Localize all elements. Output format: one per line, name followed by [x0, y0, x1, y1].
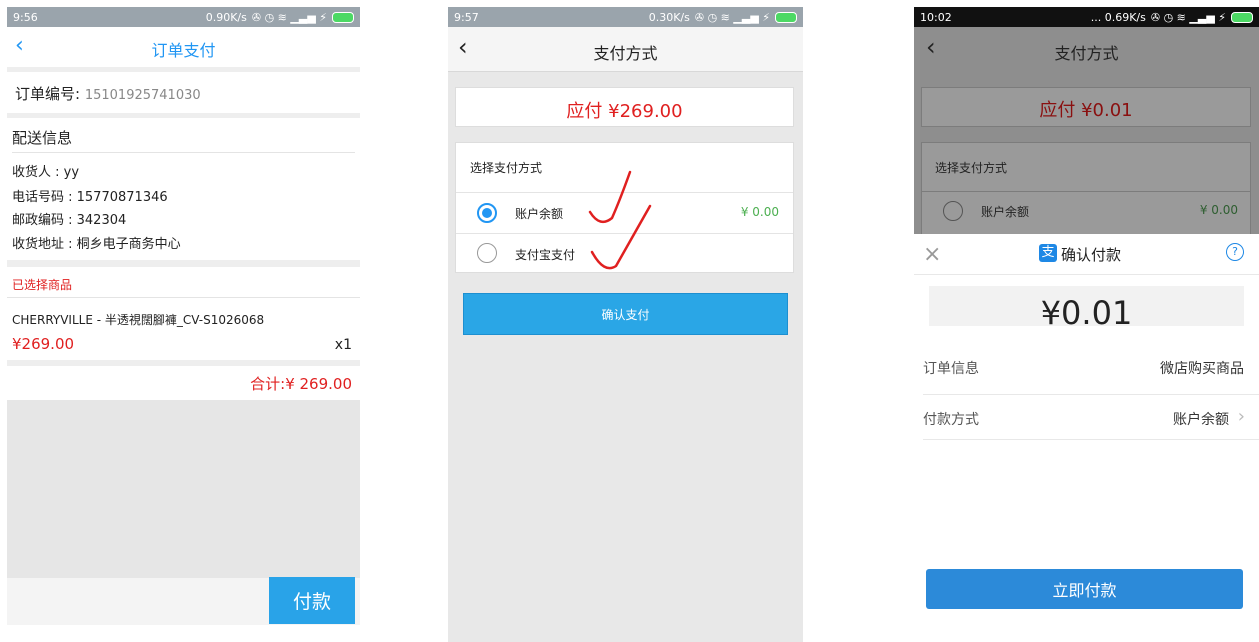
method-heading: 选择支付方式: [935, 161, 1008, 175]
dimmed-background: ‹ 支付方式 应付 ¥0.01 选择支付方式 账户余额 ¥ 0.00: [914, 27, 1259, 242]
method-card: 选择支付方式 账户余额 ¥ 0.00: [921, 142, 1251, 242]
amount-due: 应付 ¥269.00: [566, 101, 683, 122]
page-title: 支付方式: [1054, 44, 1119, 63]
status-time: 9:56: [13, 10, 38, 24]
method-heading: 选择支付方式: [470, 161, 543, 175]
screen-payment-method: 9:57 0.30K/s ✇ ◷ ≋ ▁▃▅ ⚡ ‹ 支付方式 应付 ¥269.0…: [448, 7, 803, 642]
page-title: 支付方式: [593, 44, 658, 63]
divider: [922, 191, 1250, 192]
page-title: 订单支付: [151, 41, 216, 60]
battery-icon: [332, 11, 354, 23]
receiver-name: 收货人 : yy: [12, 165, 80, 180]
status-bar: 9:57 0.30K/s ✇ ◷ ≋ ▁▃▅ ⚡: [448, 7, 803, 27]
balance-amount: ¥ 0.00: [740, 205, 779, 219]
status-bar: 10:02 ... 0.69K/s ✇ ◷ ≋ ▁▃▅ ⚡: [914, 7, 1259, 27]
empty-area: [7, 400, 360, 578]
divider: [7, 297, 360, 298]
alipay-logo-icon: 支: [1039, 244, 1057, 262]
divider: [7, 360, 360, 366]
chevron-right-icon: ›: [1237, 406, 1245, 427]
product-price: ¥269.00: [12, 335, 75, 353]
status-icons: ✇ ◷ ≋ ▁▃▅ ⚡: [694, 10, 770, 24]
balance-amount: ¥ 0.00: [1199, 203, 1238, 217]
divider: [7, 113, 360, 118]
amount-card: 应付 ¥269.00: [455, 87, 794, 127]
network-speed: 0.90K/s: [205, 10, 247, 24]
selected-goods-heading: 已选择商品: [12, 278, 73, 292]
checkmark-annotation: [588, 170, 652, 270]
order-number-value: 15101925741030: [84, 88, 201, 103]
method-label: 账户余额: [515, 207, 564, 221]
method-label: 支付宝支付: [515, 248, 576, 262]
amount-due: 应付 ¥0.01: [1039, 100, 1133, 121]
delivery-heading: 配送信息: [12, 129, 73, 147]
battery-icon: [775, 11, 797, 23]
status-time: 10:02: [920, 10, 952, 24]
status-icons: ✇ ◷ ≋ ▁▃▅ ⚡: [251, 10, 327, 24]
pay-now-button[interactable]: 立即付款: [926, 569, 1243, 609]
divider: [7, 260, 360, 267]
pay-button[interactable]: 付款: [269, 577, 355, 624]
order-number: 订单编号: 15101925741030: [15, 83, 201, 104]
receiver-phone: 电话号码 : 15770871346: [12, 190, 168, 205]
confirm-payment-button[interactable]: 确认支付: [463, 293, 788, 335]
app-header: ‹ 支付方式: [448, 27, 803, 72]
status-time: 9:57: [454, 10, 479, 24]
amount-card: 应付 ¥0.01: [921, 87, 1251, 127]
delivery-address: 收货地址 : 桐乡电子商务中心: [12, 237, 181, 252]
pay-method-value: 账户余额: [1173, 412, 1229, 428]
close-icon[interactable]: ×: [923, 242, 941, 267]
help-icon[interactable]: ?: [1226, 243, 1244, 261]
status-bar: 9:56 0.90K/s ✇ ◷ ≋ ▁▃▅ ⚡: [7, 7, 360, 27]
network-speed: 0.30K/s: [648, 10, 690, 24]
sheet-title: 确认付款: [1061, 246, 1122, 264]
divider: [914, 274, 1259, 275]
radio-unselected[interactable]: [477, 243, 497, 263]
order-info-label: 订单信息: [923, 361, 979, 377]
product-quantity: x1: [334, 337, 352, 353]
screen-alipay-confirm: 10:02 ... 0.69K/s ✇ ◷ ≋ ▁▃▅ ⚡ ‹ 支付方式 应付 ¥…: [914, 7, 1259, 642]
radio-unselected: [943, 201, 963, 221]
divider: [12, 152, 355, 153]
product-name: CHERRYVILLE - 半透視闊腳褲_CV-S1026068: [12, 313, 265, 327]
divider: [7, 67, 360, 72]
order-info-value: 微店购买商品: [1160, 361, 1244, 377]
postal-code: 邮政编码 : 342304: [12, 213, 127, 228]
status-icons: ✇ ◷ ≋ ▁▃▅ ⚡: [1150, 10, 1226, 24]
network-speed: ... 0.69K/s: [1090, 10, 1146, 24]
radio-selected[interactable]: [477, 203, 497, 223]
confirm-sheet: × 支 确认付款 ? ¥0.01 订单信息 微店购买商品 付款方式 账户余额 ›…: [914, 234, 1259, 642]
order-total: 合计:¥ 269.00: [250, 375, 352, 393]
method-label: 账户余额: [981, 205, 1030, 219]
payment-amount: ¥0.01: [1040, 294, 1133, 332]
battery-icon: [1231, 11, 1253, 23]
pay-method-row[interactable]: 付款方式 账户余额 ›: [914, 395, 1259, 439]
screen-order-payment: 9:56 0.90K/s ✇ ◷ ≋ ▁▃▅ ⚡ ‹ 订单支付 订单编号: 151…: [7, 7, 360, 625]
order-number-label: 订单编号:: [15, 85, 81, 103]
divider: [923, 439, 1259, 440]
pay-method-label: 付款方式: [923, 412, 979, 428]
app-header: ‹ 订单支付: [7, 27, 360, 67]
